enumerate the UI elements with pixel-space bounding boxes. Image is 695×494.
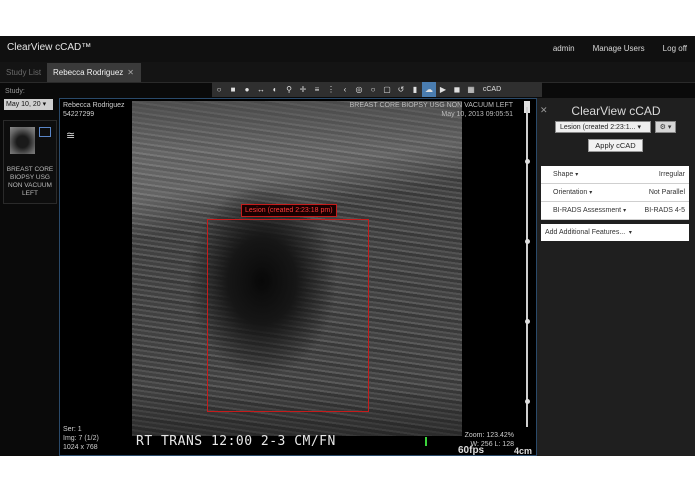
logoff-link[interactable]: Log off [663,44,687,53]
ruler-icon[interactable]: ≅ [66,129,75,142]
record-icon[interactable]: ◼ [450,82,464,97]
contrast-icon[interactable]: ◐ [268,82,282,97]
feature-row-orientation[interactable]: Orientation ▾ Not Parallel [541,184,689,202]
feature-name: BI-RADS Assessment [553,207,622,214]
frame-rate: 60fps [458,445,485,456]
feature-name: Shape [553,171,574,178]
scale-tick [525,159,530,164]
app-title: ClearView cCAD™ [7,42,92,53]
circle-icon[interactable]: ○ [212,82,226,97]
study-select-value: May 10, 20 [6,101,41,108]
patient-name: Rebecca Rodriguez [63,102,125,109]
pan-icon[interactable]: ✛ [296,82,310,97]
ccad-panel: ✕ ClearView cCAD Lesion (created 2:23:1.… [537,98,695,456]
cine-marker [425,437,427,446]
tab-patient[interactable]: Rebecca Rodriguez ✕ [47,63,141,82]
series-icon [39,127,51,137]
depth-scale [526,107,528,427]
feature-row-shape[interactable]: Shape ▾ Irregular [541,166,689,184]
layout-icon[interactable]: ▦ [464,82,478,97]
thumbnail-label: BREAST CORE BIOPSY USG NON VACUUM LEFT [6,166,54,197]
study-panel: Study: May 10, 20 ▾ BREAST CORE BIOPSY U… [0,84,58,456]
zoom-icon[interactable]: ⚲ [282,82,296,97]
caret-down-icon: ▾ [627,230,632,236]
top-nav: admin Manage Users Log off [553,44,687,53]
image-viewer[interactable]: Rebecca Rodriguez 54227299 ≅ BREAST CORE… [59,98,537,456]
lesion-select-value: Lesion (created 2:23:1... [560,124,636,131]
gear-icon: ⚙ ▾ [659,124,672,131]
add-features-label: Add Additional Features... [545,229,626,236]
image-info: Ser: 1 Img: 7 (1/2) 1024 x 768 [63,425,99,452]
close-icon[interactable]: ✕ [127,68,134,77]
rect-icon[interactable]: ▢ [380,82,394,97]
viewer-toolbar: ○ ■ ● ↔ ◐ ⚲ ✛ ≡ ⋮ ‹ ◎ ○ ▢ ↺ ▮ ☁ ▶ ◼ ▦ cC… [212,82,542,97]
dot-icon[interactable]: ● [240,82,254,97]
scale-tick [525,319,530,324]
more-icon[interactable]: ⋮ [324,82,338,97]
ccad-button[interactable]: cCAD [478,82,506,97]
feature-row-birads[interactable]: BI-RADS Assessment ▾ BI-RADS 4-5 [541,202,689,220]
feature-value: Irregular [658,171,685,178]
top-bar: ClearView cCAD™ admin Manage Users Log o… [0,36,695,63]
chevron-left-icon[interactable]: ‹ [338,82,352,97]
tab-patient-label: Rebecca Rodriguez [53,68,124,77]
user-link[interactable]: admin [553,44,575,53]
menu-icon[interactable]: ≡ [310,82,324,97]
study-label: Study: [5,88,25,95]
apply-ccad-button[interactable]: Apply cCAD [588,139,643,152]
study-description: BREAST CORE BIOPSY USG NON VACUUM LEFT [349,102,513,109]
play-icon[interactable]: ▶ [436,82,450,97]
trash-icon[interactable]: ▮ [408,82,422,97]
image-dims: 1024 x 768 [63,444,98,451]
thumbnail-image [10,127,35,154]
feature-value: Not Parallel [648,189,685,196]
tab-bar: Study List Rebecca Rodriguez ✕ [0,62,695,83]
scale-tick [525,399,530,404]
image-caption: RT TRANS 12:00 2-3 CM/FN [136,434,336,449]
feature-value: BI-RADS 4-5 [644,207,685,214]
ccad-button-label: cCAD [482,86,502,93]
study-info: BREAST CORE BIOPSY USG NON VACUUM LEFT M… [350,101,513,119]
settings-button[interactable]: ⚙ ▾ [655,121,676,133]
study-select[interactable]: May 10, 20 ▾ [4,99,53,110]
add-features-dropdown[interactable]: Add Additional Features... ▾ [541,224,689,241]
resize-icon[interactable]: ↔ [254,82,268,97]
app-window: ClearView cCAD™ admin Manage Users Log o… [0,36,695,456]
lesion-label[interactable]: Lesion (created 2:23:18 pm) [241,204,337,217]
feature-name: Orientation [553,189,588,196]
tab-study-list-label: Study List [6,68,42,77]
lesion-roi[interactable] [207,219,369,412]
caret-down-icon: ▾ [623,208,627,214]
lesion-select[interactable]: Lesion (created 2:23:1... ▾ [555,121,651,133]
image-number: Img: 7 (1/2) [63,435,99,442]
caret-down-icon: ▾ [575,172,579,178]
scale-tick [525,239,530,244]
series-number: Ser: 1 [63,426,82,433]
target-icon[interactable]: ◎ [352,82,366,97]
cad-icon[interactable]: ☁ [422,82,436,97]
square-icon[interactable]: ■ [226,82,240,97]
undo-icon[interactable]: ↺ [394,82,408,97]
patient-id: 54227299 [63,111,95,118]
feature-table: Shape ▾ Irregular Orientation ▾ Not Parall… [541,166,689,220]
ccad-title: ClearView cCAD [571,104,661,118]
study-date: May 10, 2013 09:05:51 [441,111,513,118]
series-thumbnail[interactable]: BREAST CORE BIOPSY USG NON VACUUM LEFT [3,120,57,204]
caret-down-icon: ▾ [589,190,593,196]
scale-label: 4cm [513,446,532,456]
patient-info: Rebecca Rodriguez 54227299 [63,101,124,119]
manage-users-link[interactable]: Manage Users [593,44,645,53]
ring-icon[interactable]: ○ [366,82,380,97]
zoom-level: Zoom: 123.42% [464,432,514,439]
tab-study-list[interactable]: Study List [0,63,47,82]
